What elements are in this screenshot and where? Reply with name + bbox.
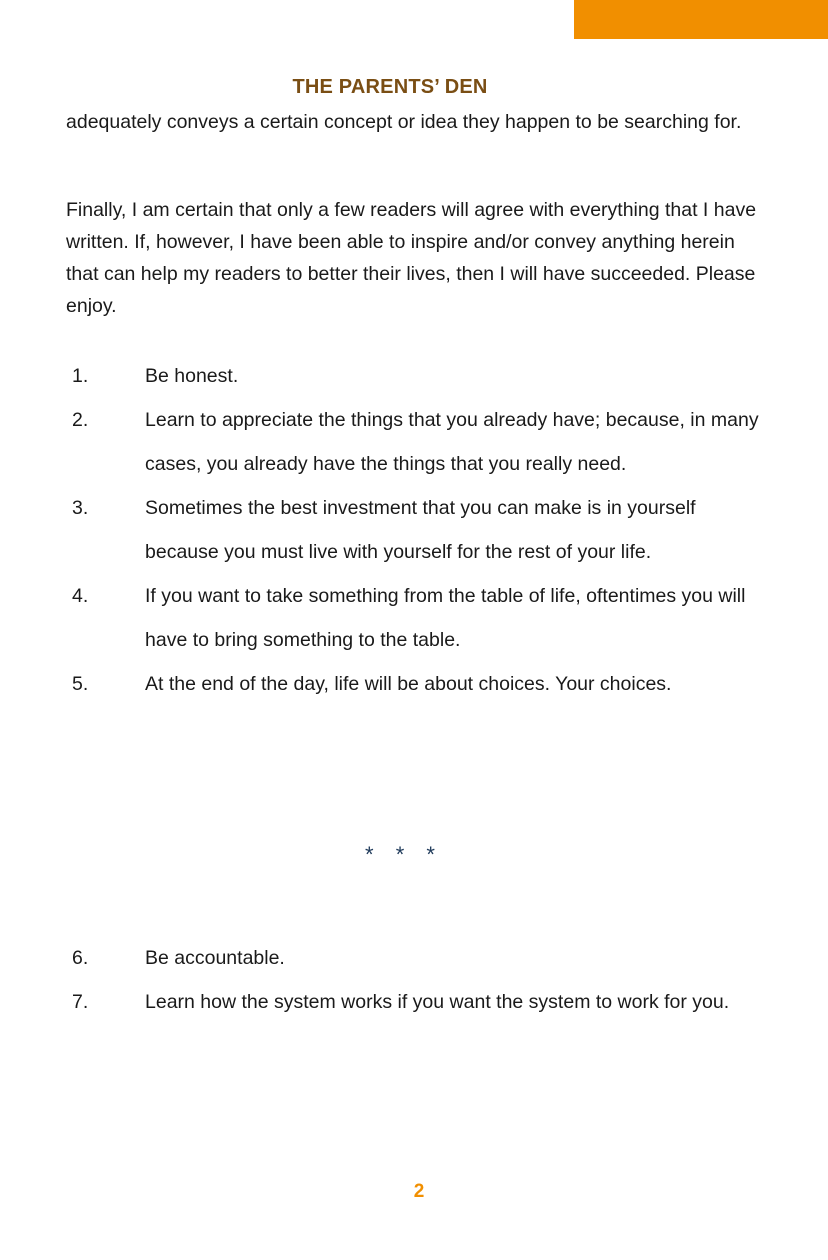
list-item-text: Be accountable.: [145, 947, 285, 969]
corner-accent-tab: [574, 0, 828, 39]
list-item-number: 1.: [72, 365, 89, 387]
running-header: THE PARENTS’ DEN: [292, 76, 488, 98]
list-item: 2. Learn to appreciate the things that y…: [72, 398, 762, 486]
list-item-text: If you want to take something from the t…: [145, 585, 746, 651]
list-item-text: At the end of the day, life will be abou…: [145, 673, 672, 695]
list-item: 3. Sometimes the best investment that yo…: [72, 486, 762, 574]
numbered-list-first: 1. Be honest. 2. Learn to appreciate the…: [72, 354, 762, 706]
list-item: 7. Learn how the system works if you wan…: [72, 986, 762, 1019]
list-item-text: Learn how the system works if you want t…: [145, 991, 730, 1013]
list-item-number: 5.: [72, 673, 89, 695]
paragraph-final: Finally, I am certain that only a few re…: [66, 199, 757, 317]
list-item: 5. At the end of the day, life will be a…: [72, 662, 762, 706]
list-item-text: Be honest.: [145, 365, 239, 387]
list-item-text: Sometimes the best investment that you c…: [145, 497, 696, 563]
list-item: 1. Be honest.: [72, 354, 762, 398]
list-item-number: 7.: [72, 991, 89, 1013]
numbered-list-second: 6. Be accountable. 7. Learn how the syst…: [72, 936, 762, 1019]
list-item: 4. If you want to take something from th…: [72, 574, 762, 662]
list-item-text: Learn to appreciate the things that you …: [145, 409, 759, 475]
section-separator: * * *: [365, 842, 443, 867]
page-number: 2: [413, 1181, 425, 1202]
list-item: 6. Be accountable.: [72, 936, 762, 980]
list-item-number: 4.: [72, 585, 89, 607]
paragraph-continuation: adequately conveys a certain concept or …: [66, 111, 742, 133]
list-item-number: 3.: [72, 497, 89, 519]
list-item-number: 2.: [72, 409, 89, 431]
list-item-number: 6.: [72, 947, 89, 969]
